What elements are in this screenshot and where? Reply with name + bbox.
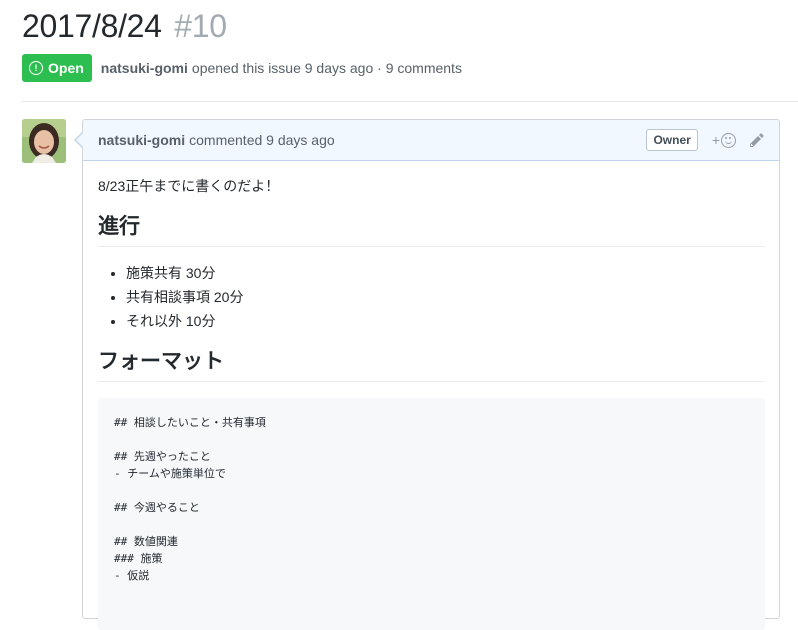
- code-line: ### 施策: [114, 552, 163, 565]
- pencil-icon: [750, 133, 764, 147]
- header-divider: [22, 101, 798, 102]
- owner-label: Owner: [646, 129, 698, 151]
- code-line: ## 今週やること: [114, 501, 200, 514]
- agenda-list: 施策共有 30分 共有相談事項 20分 それ以外 10分: [98, 263, 765, 332]
- code-line: ## 数値関連: [114, 535, 178, 548]
- comment-meta-text[interactable]: commented 9 days ago: [189, 132, 335, 148]
- comment-author-link[interactable]: natsuki-gomi: [98, 132, 185, 148]
- list-item: 施策共有 30分: [126, 263, 765, 284]
- comment-intro: 8/23正午までに書くのだよ！: [98, 178, 280, 194]
- issue-author-link[interactable]: natsuki-gomi: [101, 60, 188, 76]
- code-line: - チームや施策単位で: [114, 467, 226, 480]
- list-item: それ以外 10分: [126, 311, 765, 332]
- comment-body: 8/23正午までに書くのだよ！ 進行 施策共有 30分 共有相談事項 20分 そ…: [83, 161, 779, 630]
- section-heading-progress: 進行: [98, 213, 765, 247]
- add-reaction-button[interactable]: +: [712, 132, 736, 148]
- issue-meta-text: opened this issue 9 days ago · 9 comment…: [191, 60, 462, 76]
- section-heading-format: フォーマット: [98, 348, 765, 382]
- comment-box: natsuki-gomi commented 9 days ago Owner …: [74, 119, 780, 630]
- list-item: 共有相談事項 20分: [126, 287, 765, 308]
- comment-header: natsuki-gomi commented 9 days ago Owner …: [83, 120, 779, 161]
- issue-number: #10: [174, 8, 227, 44]
- state-label: Open: [48, 60, 84, 76]
- smiley-icon: [721, 132, 736, 148]
- issue-opened-icon: !: [29, 61, 43, 75]
- code-line: ## 先週やったこと: [114, 450, 211, 463]
- issue-title: 2017/8/24 #10: [22, 6, 798, 46]
- code-block: ## 相談したいこと・共有事項 ## 先週やったこと - チームや施策単位で #…: [98, 398, 765, 630]
- issue-title-text: 2017/8/24: [22, 8, 162, 44]
- code-line: ## 相談したいこと・共有事項: [114, 416, 266, 429]
- reaction-plus: +: [711, 132, 720, 148]
- state-badge: ! Open: [22, 54, 92, 82]
- issue-header: 2017/8/24 #10 ! Open natsuki-gomi opened…: [22, 6, 798, 82]
- code-line: - 仮説: [114, 569, 150, 582]
- avatar-image: [22, 119, 66, 163]
- edit-comment-button[interactable]: [750, 132, 764, 148]
- issue-meta: ! Open natsuki-gomi opened this issue 9 …: [22, 54, 798, 82]
- avatar[interactable]: [22, 119, 66, 163]
